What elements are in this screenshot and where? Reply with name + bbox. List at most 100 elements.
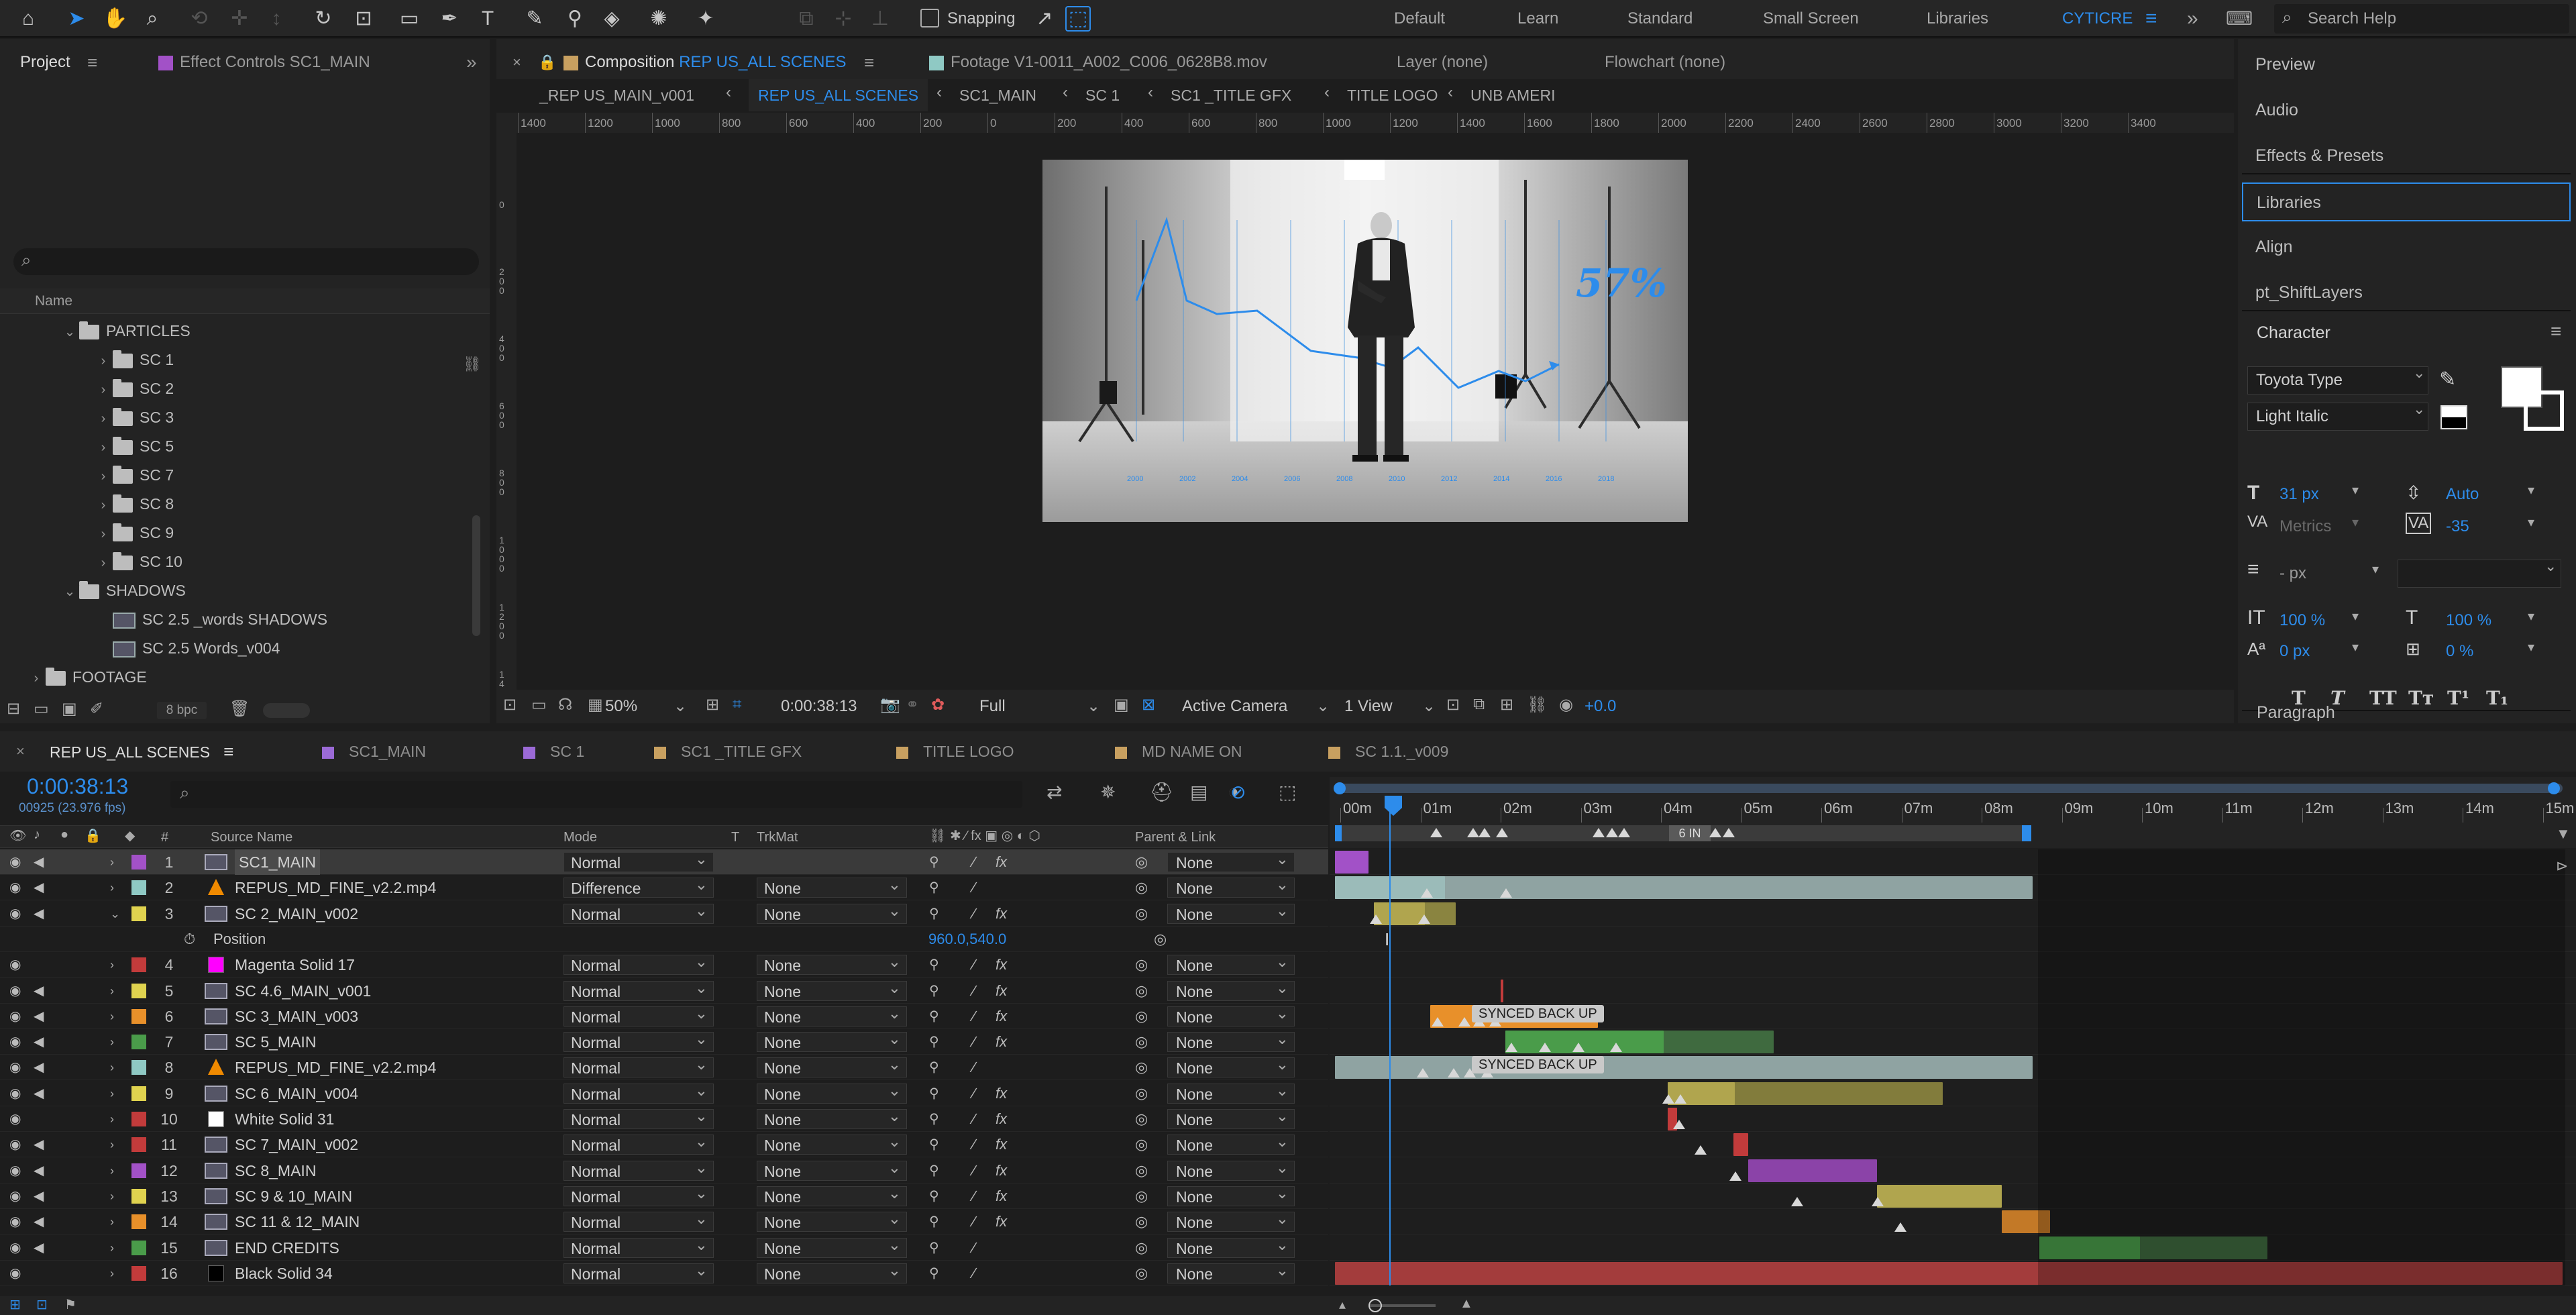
breadcrumb-item[interactable]: SC 1 [1085,79,1120,111]
eye-icon[interactable]: ◉ [9,901,21,927]
work-area-start[interactable] [1335,825,1342,841]
black-white-swatch-icon[interactable] [2440,405,2467,429]
comp-marker[interactable] [1618,828,1630,837]
work-area-marker[interactable]: 6 IN [1669,825,1711,841]
chevron-right-icon[interactable]: › [110,849,114,875]
axis-world-icon[interactable]: ⊹ [828,4,858,34]
parent-dropdown[interactable]: None [1167,1157,1295,1181]
speaker-icon[interactable]: ◀ [34,1004,44,1029]
snapping-checkbox[interactable] [920,9,939,28]
fx-icon[interactable]: fx [996,1209,1007,1234]
chevron-right-icon[interactable]: › [94,376,113,404]
draft-3d-toggle-icon[interactable]: ✵ [1100,781,1116,803]
chevron-down-icon[interactable]: ⌄ [60,318,79,346]
layer-duration-bar[interactable] [1877,1184,2002,1208]
chevron-down-icon[interactable]: ▾ [2528,639,2534,655]
eye-icon[interactable]: ◉ [9,1106,21,1132]
quality-switch-icon[interactable]: ∕ [973,978,975,1004]
font-style-dropdown[interactable]: Light Italic ⌄ [2247,401,2428,431]
project-item[interactable]: › SC 8 [94,490,174,518]
expression-pick-whip-icon[interactable]: ◎ [1154,927,1167,952]
fx-icon[interactable]: fx [996,849,1007,875]
playhead-line[interactable] [1389,809,1391,1285]
collapse-switch-icon[interactable]: ⚲ [929,1132,939,1157]
speaker-icon[interactable]: ◀ [34,1235,44,1261]
layer-row[interactable]: ◉ ◀ › 5 SC 4.6_MAIN_v001 Normal None ⚲ ∕ fx ◎ None [0,978,1328,1004]
blend-mode-dropdown[interactable]: Difference [564,874,714,898]
timeline-tab[interactable]: REP US_ALL SCENES ≡ [50,731,233,772]
comp-marker[interactable] [1430,828,1442,837]
graph-editor-toggle-icon[interactable]: ⬚ [1279,781,1296,803]
all-caps-button[interactable]: TT [2369,687,2397,709]
kerning-value[interactable]: Metrics [2279,513,2331,541]
draft-3d-icon[interactable]: ⧉ [1473,695,1485,714]
project-item[interactable]: SC 2.5 Words_v004 [94,634,280,662]
label-color-swatch[interactable] [131,880,146,896]
label-color-swatch[interactable] [131,1214,146,1230]
track-matte-dropdown[interactable]: None [757,1003,907,1027]
subscript-button[interactable]: T₁ [2486,687,2508,709]
project-item[interactable]: › SC 3 [94,403,174,431]
blend-mode-dropdown[interactable]: Normal [564,1183,714,1206]
track-matte-dropdown[interactable]: None [757,1106,907,1129]
timeline-wrench-icon[interactable]: ⊳ [2556,857,2568,875]
comp-marker[interactable] [1606,828,1618,837]
comp-marker[interactable] [1709,828,1721,837]
speaker-icon[interactable]: ◀ [34,849,44,875]
quality-switch-icon[interactable]: ∕ [973,1004,975,1029]
quality-switch-icon[interactable]: ∕ [973,849,975,875]
layer-row[interactable]: ◉ ◀ › 13 SC 9 & 10_MAIN Normal None ⚲ ∕ fx ◎ None [0,1183,1328,1209]
project-item[interactable]: › SC 7 [94,461,174,489]
snapshot-camera-icon[interactable]: 📷 [880,695,900,715]
eye-icon[interactable]: ◉ [9,1081,21,1106]
layer-name[interactable]: SC 8_MAIN [235,1158,316,1184]
eye-icon[interactable]: ◉ [9,952,21,978]
hand-tool-icon[interactable]: ✋ [101,4,130,34]
timeline-tab[interactable]: MD NAME ON [1115,731,1242,772]
parent-dropdown[interactable]: None [1167,1080,1295,1104]
label-color-swatch[interactable] [131,855,146,870]
work-area-end[interactable] [2022,825,2031,841]
project-item[interactable]: › SC 9 [94,519,174,547]
axis-view-icon[interactable]: ⊥ [865,4,895,34]
label-color-swatch[interactable] [131,1035,146,1050]
roto-brush-tool-icon[interactable]: ✺ [644,4,674,34]
keyboard-shortcuts-icon[interactable]: ⌨ [2226,0,2253,38]
safe-zones-icon[interactable]: ⊞ [706,695,719,715]
layer-duration-bar[interactable] [1748,1159,1877,1182]
pick-whip-icon[interactable]: ◎ [1135,1004,1148,1029]
layer-name[interactable]: White Solid 31 [235,1106,334,1132]
column-source-header[interactable]: Source Name [211,826,292,849]
eye-icon[interactable]: ◉ [9,1261,21,1286]
workspace-small-screen[interactable]: Small Screen [1763,0,1859,38]
blend-mode-dropdown[interactable]: Normal [564,1054,714,1078]
layer-marker[interactable] [1500,888,1512,898]
comp-flowchart-icon[interactable]: ⛓ [1527,695,1547,715]
parent-dropdown[interactable]: None [1167,978,1295,1001]
pick-whip-icon[interactable]: ◎ [1135,1158,1148,1184]
layer-marker[interactable] [1417,1068,1429,1078]
comp-marker[interactable] [1723,828,1735,837]
small-caps-button[interactable]: Tт [2408,687,2434,709]
fx-icon[interactable]: fx [996,901,1007,927]
axis-local-icon[interactable]: ⧉ [792,4,821,34]
collapse-switch-icon[interactable]: ⚲ [929,1209,939,1234]
blend-mode-dropdown[interactable]: Normal [564,900,714,924]
reset-exposure-icon[interactable]: ◉ [1559,695,1573,715]
chevron-right-icon[interactable]: › [110,875,114,900]
chevron-down-icon[interactable]: ▾ [2352,608,2359,625]
project-item[interactable]: ⌄ SHADOWS [60,576,186,604]
blend-mode-dropdown[interactable]: Normal [564,849,714,872]
parent-dropdown[interactable]: None [1167,1234,1295,1258]
flowchart-icon[interactable]: ⊞ [1500,695,1513,715]
layer-row[interactable]: ◉ ◀ › 15 END CREDITS Normal None ⚲ ∕ ◎ None [0,1234,1328,1261]
track-matte-dropdown[interactable]: None [757,1029,907,1053]
comp-marker[interactable] [1496,828,1508,837]
horizontal-scale-value[interactable]: 100 % [2446,607,2491,635]
chevron-down-icon[interactable]: ▾ [2528,514,2534,531]
type-tool-icon[interactable]: T [473,4,502,34]
fx-icon[interactable]: fx [996,952,1007,978]
timeline-tab[interactable]: TITLE LOGO [896,731,1014,772]
chevron-right-icon[interactable]: › [94,520,113,548]
channels-icon[interactable]: ✿ [931,695,945,715]
